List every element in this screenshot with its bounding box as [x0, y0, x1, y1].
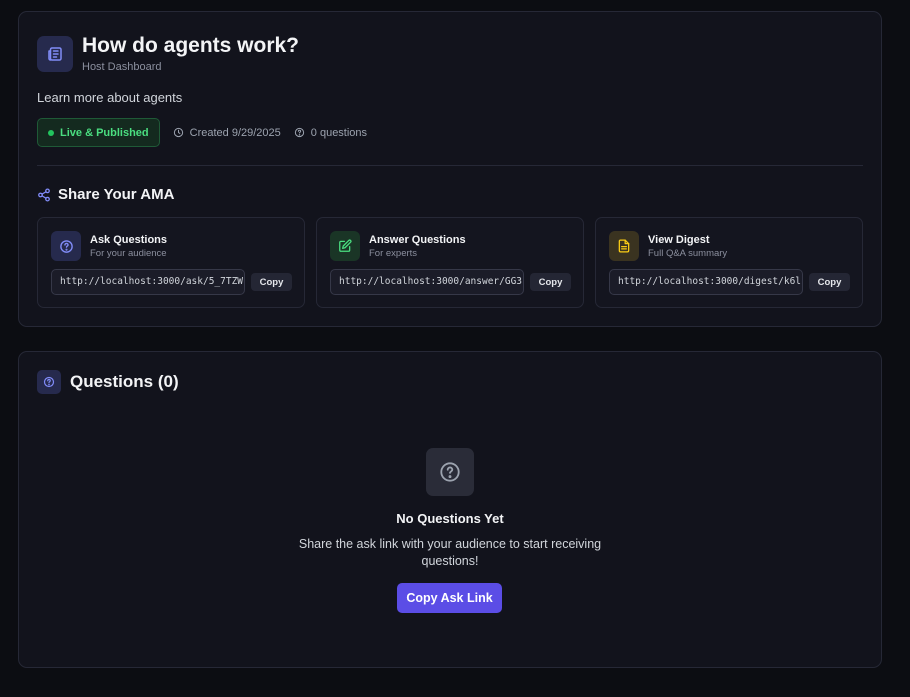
share-card-digest: View Digest Full Q&A summary http://loca… [595, 217, 863, 308]
share-icon [38, 188, 50, 201]
status-label: Live & Published [60, 126, 149, 139]
share-card-title: Ask Questions [90, 234, 168, 246]
divider [37, 165, 863, 166]
share-heading: Share Your AMA [37, 186, 174, 203]
clock-icon [173, 127, 183, 138]
answer-link-field[interactable]: http://localhost:3000/answer/GG3 [330, 269, 524, 295]
newspaper-icon [37, 36, 73, 72]
share-heading-label: Share Your AMA [58, 186, 175, 203]
created-label: Created 9/29/2025 [189, 126, 281, 139]
question-circle-icon [37, 370, 61, 394]
share-card-ask: Ask Questions For your audience http://l… [37, 217, 305, 308]
share-card-title: View Digest [648, 234, 710, 246]
question-circle-icon [294, 127, 304, 138]
share-card-subtitle: Full Q&A summary [648, 248, 728, 259]
digest-link-field[interactable]: http://localhost:3000/digest/k6l [609, 269, 803, 295]
status-badge: Live & Published [37, 118, 160, 147]
share-card-title: Answer Questions [369, 234, 466, 246]
questions-heading-label: Questions (0) [70, 372, 179, 391]
empty-state-title: No Questions Yet [396, 511, 504, 526]
empty-state-description: Share the ask link with your audience to… [298, 537, 602, 568]
document-icon [609, 231, 639, 261]
question-count-label: 0 questions [310, 126, 368, 139]
edit-icon [330, 231, 360, 261]
page-subtitle: Host Dashboard [82, 61, 162, 73]
title-row: How do agents work? Host Dashboard [37, 34, 299, 73]
created-date: Created 9/29/2025 [173, 127, 281, 139]
questions-card: Questions (0) No Questions Yet Share the… [18, 351, 882, 668]
share-links: Ask Questions For your audience http://l… [37, 217, 863, 308]
page-title: How do agents work? [82, 34, 300, 57]
question-circle-icon [51, 231, 81, 261]
ama-description: Learn more about agents [37, 90, 183, 105]
ama-overview-card: How do agents work? Host Dashboard Learn… [18, 11, 882, 327]
empty-state-question-icon [426, 448, 474, 496]
question-count: 0 questions [294, 127, 367, 139]
live-dot-icon [48, 129, 54, 136]
copy-answer-link-button[interactable]: Copy [530, 273, 571, 291]
questions-heading: Questions (0) [37, 370, 179, 394]
copy-digest-link-button[interactable]: Copy [809, 273, 850, 291]
meta-row: Live & Published Created 9/29/2025 0 que… [37, 118, 367, 147]
copy-ask-link-button[interactable]: Copy [251, 273, 292, 291]
copy-ask-link-primary-button[interactable]: Copy Ask Link [397, 583, 502, 613]
ask-link-field[interactable]: http://localhost:3000/ask/5_7TZW [51, 269, 245, 295]
share-card-answer: Answer Questions For experts http://loca… [316, 217, 584, 308]
share-card-subtitle: For experts [369, 248, 418, 259]
share-card-subtitle: For your audience [90, 248, 167, 259]
